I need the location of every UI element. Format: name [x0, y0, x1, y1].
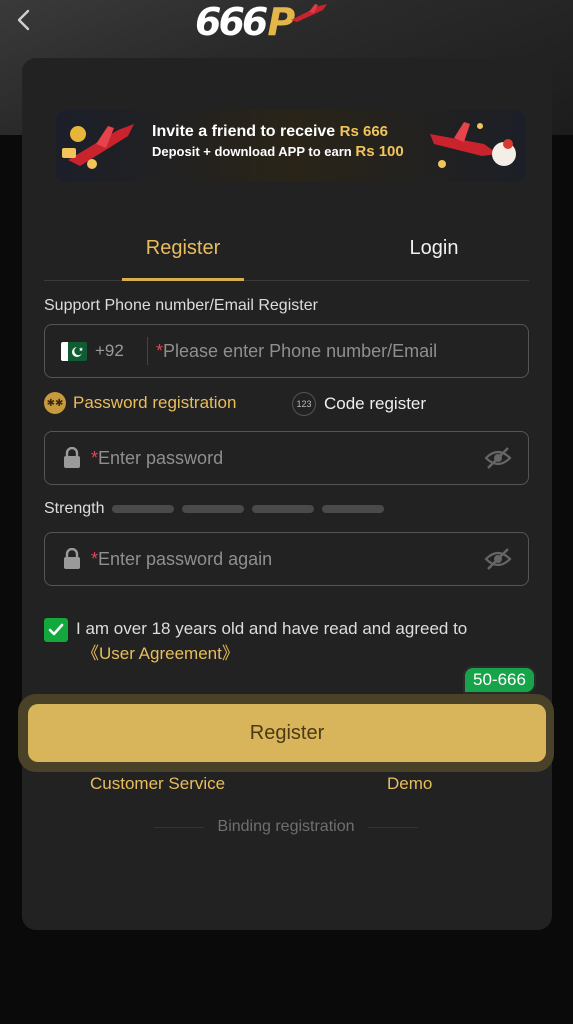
phone-input[interactable]: Please enter Phone number/Email — [163, 341, 437, 362]
banner-amount-2: Rs 100 — [355, 143, 404, 160]
chevron-left-icon — [17, 9, 30, 31]
banner-line2: Deposit + download APP to earn — [152, 144, 352, 159]
plane-rooster-icon — [430, 122, 516, 168]
demo-link[interactable]: Demo — [387, 774, 432, 794]
confirm-password-field[interactable]: * Enter password again — [44, 532, 529, 586]
user-agreement-link[interactable]: 《User Agreement》 — [82, 641, 514, 666]
selected-radio-icon: ✱✱ — [44, 392, 66, 414]
invite-banner[interactable]: Invite a friend to receive Rs 666 Deposi… — [56, 110, 526, 182]
option-password-registration[interactable]: ✱✱ Password registration — [44, 392, 236, 414]
register-card: Invite a friend to receive Rs 666 Deposi… — [18, 58, 554, 930]
strength-segment — [322, 505, 385, 513]
required-marker: * — [156, 340, 164, 361]
tab-register[interactable]: Register — [122, 237, 244, 281]
auth-tabs: Register Login — [44, 223, 529, 281]
back-button[interactable] — [10, 6, 38, 34]
required-marker: * — [91, 548, 99, 569]
pakistan-flag-icon[interactable] — [61, 341, 87, 361]
country-code[interactable]: +92 — [95, 341, 139, 361]
agreement: I am over 18 years old and have read and… — [44, 616, 514, 666]
plane-icon — [291, 4, 328, 22]
registration-options: ✱✱ Password registration 123 Code regist… — [44, 392, 529, 418]
register-button[interactable]: Register — [28, 704, 546, 762]
option-code-register[interactable]: 123 Code register — [292, 392, 426, 416]
customer-service-link[interactable]: Customer Service — [90, 774, 225, 794]
support-label: Support Phone number/Email Register — [44, 297, 318, 314]
strength-label: Strength — [44, 500, 105, 517]
strength-segment — [112, 505, 175, 513]
checkmark-icon — [48, 623, 64, 636]
password-field[interactable]: * Enter password — [44, 431, 529, 485]
strength-segment — [182, 505, 245, 513]
password-strength: Strength — [44, 498, 385, 520]
password-input[interactable]: Enter password — [98, 448, 223, 469]
binding-registration-link[interactable]: Binding registration — [140, 816, 432, 838]
phone-field[interactable]: +92 * Please enter Phone number/Email — [44, 324, 529, 378]
eye-off-icon[interactable] — [484, 446, 512, 470]
banner-text: Invite a friend to receive Rs 666 Deposi… — [152, 122, 442, 162]
confirm-password-input[interactable]: Enter password again — [98, 549, 272, 570]
aviator-plane-icon — [62, 124, 134, 169]
lock-icon — [63, 447, 81, 469]
banner-line1: Invite a friend to receive — [152, 123, 336, 140]
agreement-text: I am over 18 years old and have read and… — [76, 619, 468, 638]
lock-icon — [63, 548, 81, 570]
agree-checkbox[interactable] — [44, 618, 68, 642]
required-marker: * — [91, 447, 99, 468]
logo-number: 666 — [195, 0, 268, 44]
tab-login[interactable]: Login — [374, 237, 494, 281]
divider — [147, 337, 148, 365]
code-123-icon: 123 — [292, 392, 316, 416]
banner-amount-1: Rs 666 — [339, 123, 389, 140]
promo-badge: 50-666 — [463, 666, 536, 694]
eye-off-icon[interactable] — [484, 547, 512, 571]
brand-logo: 666 P — [195, 0, 350, 44]
strength-segment — [252, 505, 315, 513]
